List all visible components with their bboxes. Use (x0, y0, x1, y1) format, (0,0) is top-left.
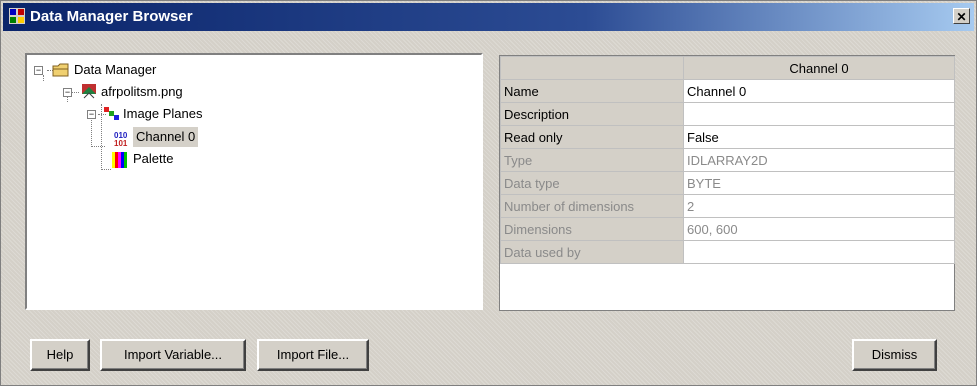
svg-text:101: 101 (114, 139, 128, 146)
property-value (683, 240, 955, 264)
tree-item-label: Palette (133, 151, 174, 166)
help-button[interactable]: Help (30, 339, 90, 371)
collapse-toggle[interactable]: − (87, 110, 96, 119)
property-name: Number of dimensions (500, 194, 684, 218)
title-bar[interactable]: Data Manager Browser ✕ (3, 3, 974, 31)
property-row-dimensions: Dimensions 600, 600 (500, 217, 955, 241)
data-tree-panel[interactable]: − Data Manager − afrpolitsm.png − Image … (25, 53, 483, 310)
property-name: Data used by (500, 240, 684, 264)
property-name: Description (500, 102, 684, 126)
property-name: Type (500, 148, 684, 172)
property-sheet[interactable]: Channel 0 Name Channel 0 Description Rea… (499, 55, 955, 311)
property-value-field[interactable]: False (683, 125, 955, 149)
import-variable-button[interactable]: Import Variable... (100, 339, 246, 371)
property-row-data-type: Data type BYTE (500, 171, 955, 195)
data-manager-app-icon (9, 8, 25, 24)
header-corner-cell (500, 56, 684, 80)
property-row-name[interactable]: Name Channel 0 (500, 79, 955, 103)
tree-item-palette[interactable]: Palette (27, 149, 327, 169)
tree-item-label: Image Planes (123, 106, 203, 121)
close-button[interactable]: ✕ (953, 8, 970, 24)
folder-icon (52, 63, 69, 77)
tree-connector (101, 169, 111, 170)
property-row-number-of-dimensions: Number of dimensions 2 (500, 194, 955, 218)
property-value: 2 (683, 194, 955, 218)
tree-item-data-manager[interactable]: − Data Manager (27, 60, 327, 80)
collapse-toggle[interactable]: − (34, 66, 43, 75)
property-name: Dimensions (500, 217, 684, 241)
tree-item-channel-0[interactable]: 010 101 Channel 0 (27, 127, 327, 147)
data-manager-browser-window: Data Manager Browser ✕ − Data Manager − (0, 0, 977, 386)
property-row-data-used-by: Data used by (500, 240, 955, 264)
tree-item-label: Channel 0 (133, 127, 199, 147)
property-name: Data type (500, 171, 684, 195)
tree-item-label: Data Manager (74, 62, 157, 77)
property-header-row: Channel 0 (500, 56, 955, 80)
dismiss-button[interactable]: Dismiss (852, 339, 937, 371)
binary-data-icon: 010 101 (114, 131, 128, 146)
property-value: IDLARRAY2D (683, 148, 955, 172)
property-value: BYTE (683, 171, 955, 195)
property-row-type: Type IDLARRAY2D (500, 148, 955, 172)
tree-item-label: afrpolitsm.png (101, 84, 183, 99)
image-planes-icon (104, 107, 119, 120)
tree-item-afrpolitsm-png[interactable]: − afrpolitsm.png (27, 82, 327, 102)
window-title: Data Manager Browser (30, 8, 193, 25)
import-file-button[interactable]: Import File... (257, 339, 369, 371)
property-row-description[interactable]: Description (500, 102, 955, 126)
property-value-field[interactable]: Channel 0 (683, 79, 955, 103)
property-value-field[interactable] (683, 102, 955, 126)
property-value: 600, 600 (683, 217, 955, 241)
tree-item-image-planes[interactable]: − Image Planes (27, 104, 327, 124)
property-table: Channel 0 Name Channel 0 Description Rea… (500, 56, 955, 264)
image-file-icon (82, 84, 96, 99)
palette-icon (112, 152, 127, 168)
column-header[interactable]: Channel 0 (683, 56, 955, 80)
property-name: Name (500, 79, 684, 103)
close-icon: ✕ (956, 10, 967, 24)
property-row-read-only[interactable]: Read only False (500, 125, 955, 149)
property-name: Read only (500, 125, 684, 149)
collapse-toggle[interactable]: − (63, 88, 72, 97)
